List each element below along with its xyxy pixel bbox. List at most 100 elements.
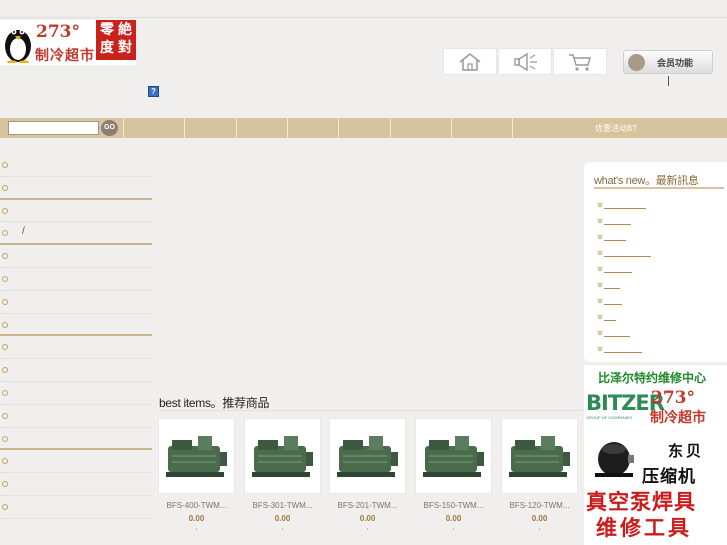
announcement-button[interactable]: [498, 48, 552, 75]
product-name[interactable]: BFS-400-TWM...: [158, 501, 235, 510]
top-border: [0, 0, 727, 18]
news-link[interactable]: [604, 224, 631, 225]
ad-banner[interactable]: 比泽尔特约维修中心 BITZER GROUP OF COMPANIES 273°…: [584, 365, 727, 545]
bullet-icon: [2, 481, 8, 488]
bullet-icon: [598, 203, 602, 207]
sidebar-item[interactable]: [0, 473, 152, 496]
product-mark: ,: [195, 522, 198, 531]
search-input[interactable]: [8, 121, 99, 135]
bullet-icon: [598, 299, 602, 303]
bullet-icon: [2, 207, 8, 214]
product-image[interactable]: [244, 418, 321, 494]
penguin-icon: [5, 29, 31, 63]
search-go-button[interactable]: GO: [101, 120, 118, 136]
sidebar-item[interactable]: [0, 200, 152, 223]
home-button[interactable]: [443, 48, 497, 75]
compressor-image: [336, 436, 398, 477]
product-image[interactable]: [329, 418, 406, 494]
compressor-image: [422, 436, 484, 477]
sidebar-item[interactable]: [0, 428, 152, 451]
product-mark: ,: [538, 522, 541, 531]
compressor-image: [508, 436, 570, 477]
nav-separator: [390, 118, 391, 138]
member-label: 会员功能: [657, 57, 694, 68]
news-link[interactable]: [604, 336, 630, 337]
news-link[interactable]: [604, 240, 626, 241]
ad-compressor: 压缩机: [642, 467, 696, 487]
bullet-icon: [2, 367, 8, 374]
sidebar-item[interactable]: [0, 336, 152, 360]
product-card[interactable]: BFS-150-TWM... 0.00 ,: [415, 418, 492, 531]
news-link[interactable]: [604, 272, 632, 273]
bullet-icon: [598, 331, 602, 335]
bullet-icon: [2, 184, 8, 191]
ad-tagline: 制冷超市: [650, 410, 706, 426]
best-items-title: best items。推荐商品: [159, 396, 270, 410]
product-mark: ,: [366, 522, 369, 531]
cart-button[interactable]: [553, 48, 607, 75]
news-panel: what's new。最新訊息: [584, 162, 727, 362]
ad-dongbei: 东贝: [668, 442, 705, 460]
nav-separator: [236, 118, 237, 138]
sidebar-item[interactable]: [0, 359, 152, 382]
bitzer-sub: GROUP OF COMPANIES: [586, 415, 633, 420]
product-name[interactable]: BFS-201-TWM...: [329, 501, 406, 510]
divider: [668, 76, 669, 86]
product-image[interactable]: [501, 418, 578, 494]
sidebar-item[interactable]: [0, 382, 152, 405]
megaphone-icon: [514, 52, 537, 71]
product-mark: ,: [452, 522, 455, 531]
bullet-icon: [598, 235, 602, 239]
product-card[interactable]: BFS-201-TWM... 0.00 ,: [329, 418, 406, 531]
nav-item-promo[interactable]: 优惠活动BT: [595, 123, 637, 134]
product-card[interactable]: BFS-120-TWM... 0.00 ,: [501, 418, 578, 531]
divider: [594, 187, 724, 189]
bullet-icon: [2, 412, 8, 419]
bullet-icon: [2, 162, 8, 168]
product-image[interactable]: [415, 418, 492, 494]
sidebar-item[interactable]: [0, 405, 152, 428]
news-link[interactable]: [604, 256, 651, 257]
seal-char: 絶: [118, 22, 132, 38]
sidebar-item[interactable]: [0, 154, 152, 177]
compressor-image: [251, 436, 313, 477]
ad-number: 273°: [651, 388, 695, 408]
product-mark: ,: [281, 522, 284, 531]
nav-separator: [287, 118, 288, 138]
category-sidebar: /: [0, 154, 152, 519]
bullet-icon: [598, 347, 602, 351]
sidebar-item[interactable]: [0, 291, 152, 314]
home-icon: [459, 52, 481, 71]
news-link[interactable]: [604, 352, 642, 353]
help-icon[interactable]: ?: [148, 86, 159, 97]
news-link[interactable]: [604, 208, 646, 209]
news-link[interactable]: [604, 288, 620, 289]
product-name[interactable]: BFS-301-TWM...: [244, 501, 321, 510]
product-card[interactable]: BFS-400-TWM... 0.00 ,: [158, 418, 235, 531]
sidebar-item[interactable]: [0, 177, 152, 200]
product-name[interactable]: BFS-150-TWM...: [415, 501, 492, 510]
sidebar-item[interactable]: [0, 245, 152, 268]
cart-icon: [569, 53, 591, 71]
news-link[interactable]: [604, 320, 616, 321]
sidebar-item[interactable]: [0, 314, 152, 337]
nav-separator: [123, 118, 124, 138]
sidebar-item[interactable]: /: [0, 222, 152, 246]
divider: [158, 410, 583, 411]
sidebar-item[interactable]: [0, 268, 152, 291]
member-button[interactable]: 会员功能: [623, 50, 713, 74]
site-logo[interactable]: 273° 制冷超市 零 絶 度 對: [0, 20, 136, 65]
bullet-icon: [2, 344, 8, 351]
bullet-icon: [2, 275, 8, 282]
bullet-icon: [598, 283, 602, 287]
product-image[interactable]: [158, 418, 235, 494]
sidebar-item[interactable]: [0, 496, 152, 519]
sidebar-item[interactable]: [0, 450, 152, 474]
ad-service-center: 比泽尔特约维修中心: [598, 371, 707, 385]
seal-char: 對: [118, 40, 132, 56]
product-name[interactable]: BFS-120-TWM...: [501, 501, 578, 510]
nav-bar: GO 优惠活动BT: [0, 118, 727, 138]
nav-separator: [338, 118, 339, 138]
product-card[interactable]: BFS-301-TWM... 0.00 ,: [244, 418, 321, 531]
news-link[interactable]: [604, 304, 622, 305]
